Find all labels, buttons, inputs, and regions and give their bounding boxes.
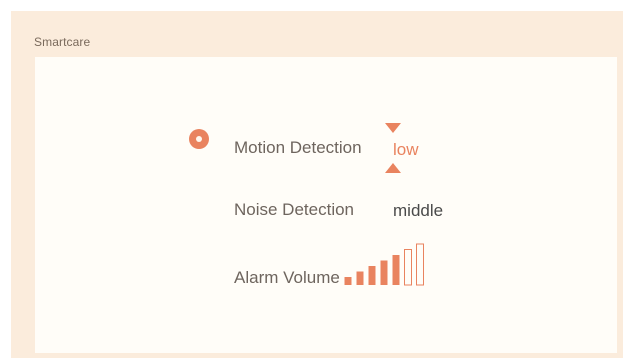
radio-dot-center [196,136,202,142]
volume-bar-filled-2[interactable] [356,271,364,286]
motion-decrease-arrow-icon[interactable] [385,123,401,133]
motion-detection-value[interactable]: low [393,140,419,160]
volume-bar-filled-5[interactable] [392,255,400,285]
volume-bar-filled-4[interactable] [380,260,388,286]
selected-row-indicator-icon [189,129,209,149]
motion-increase-arrow-icon[interactable] [385,163,401,173]
volume-bar-empty-7[interactable] [416,243,424,286]
alarm-volume-label[interactable]: Alarm Volume [234,268,340,288]
noise-detection-value[interactable]: middle [393,201,443,221]
volume-bar-filled-1[interactable] [344,277,352,285]
noise-detection-label[interactable]: Noise Detection [234,200,354,220]
smartcare-panel: Smartcare [11,11,623,358]
panel-title: Smartcare [34,35,91,49]
alarm-volume-level-bars[interactable] [344,243,456,287]
volume-bar-filled-3[interactable] [368,266,376,285]
motion-detection-label[interactable]: Motion Detection [234,138,362,158]
volume-bar-empty-6[interactable] [404,249,412,286]
